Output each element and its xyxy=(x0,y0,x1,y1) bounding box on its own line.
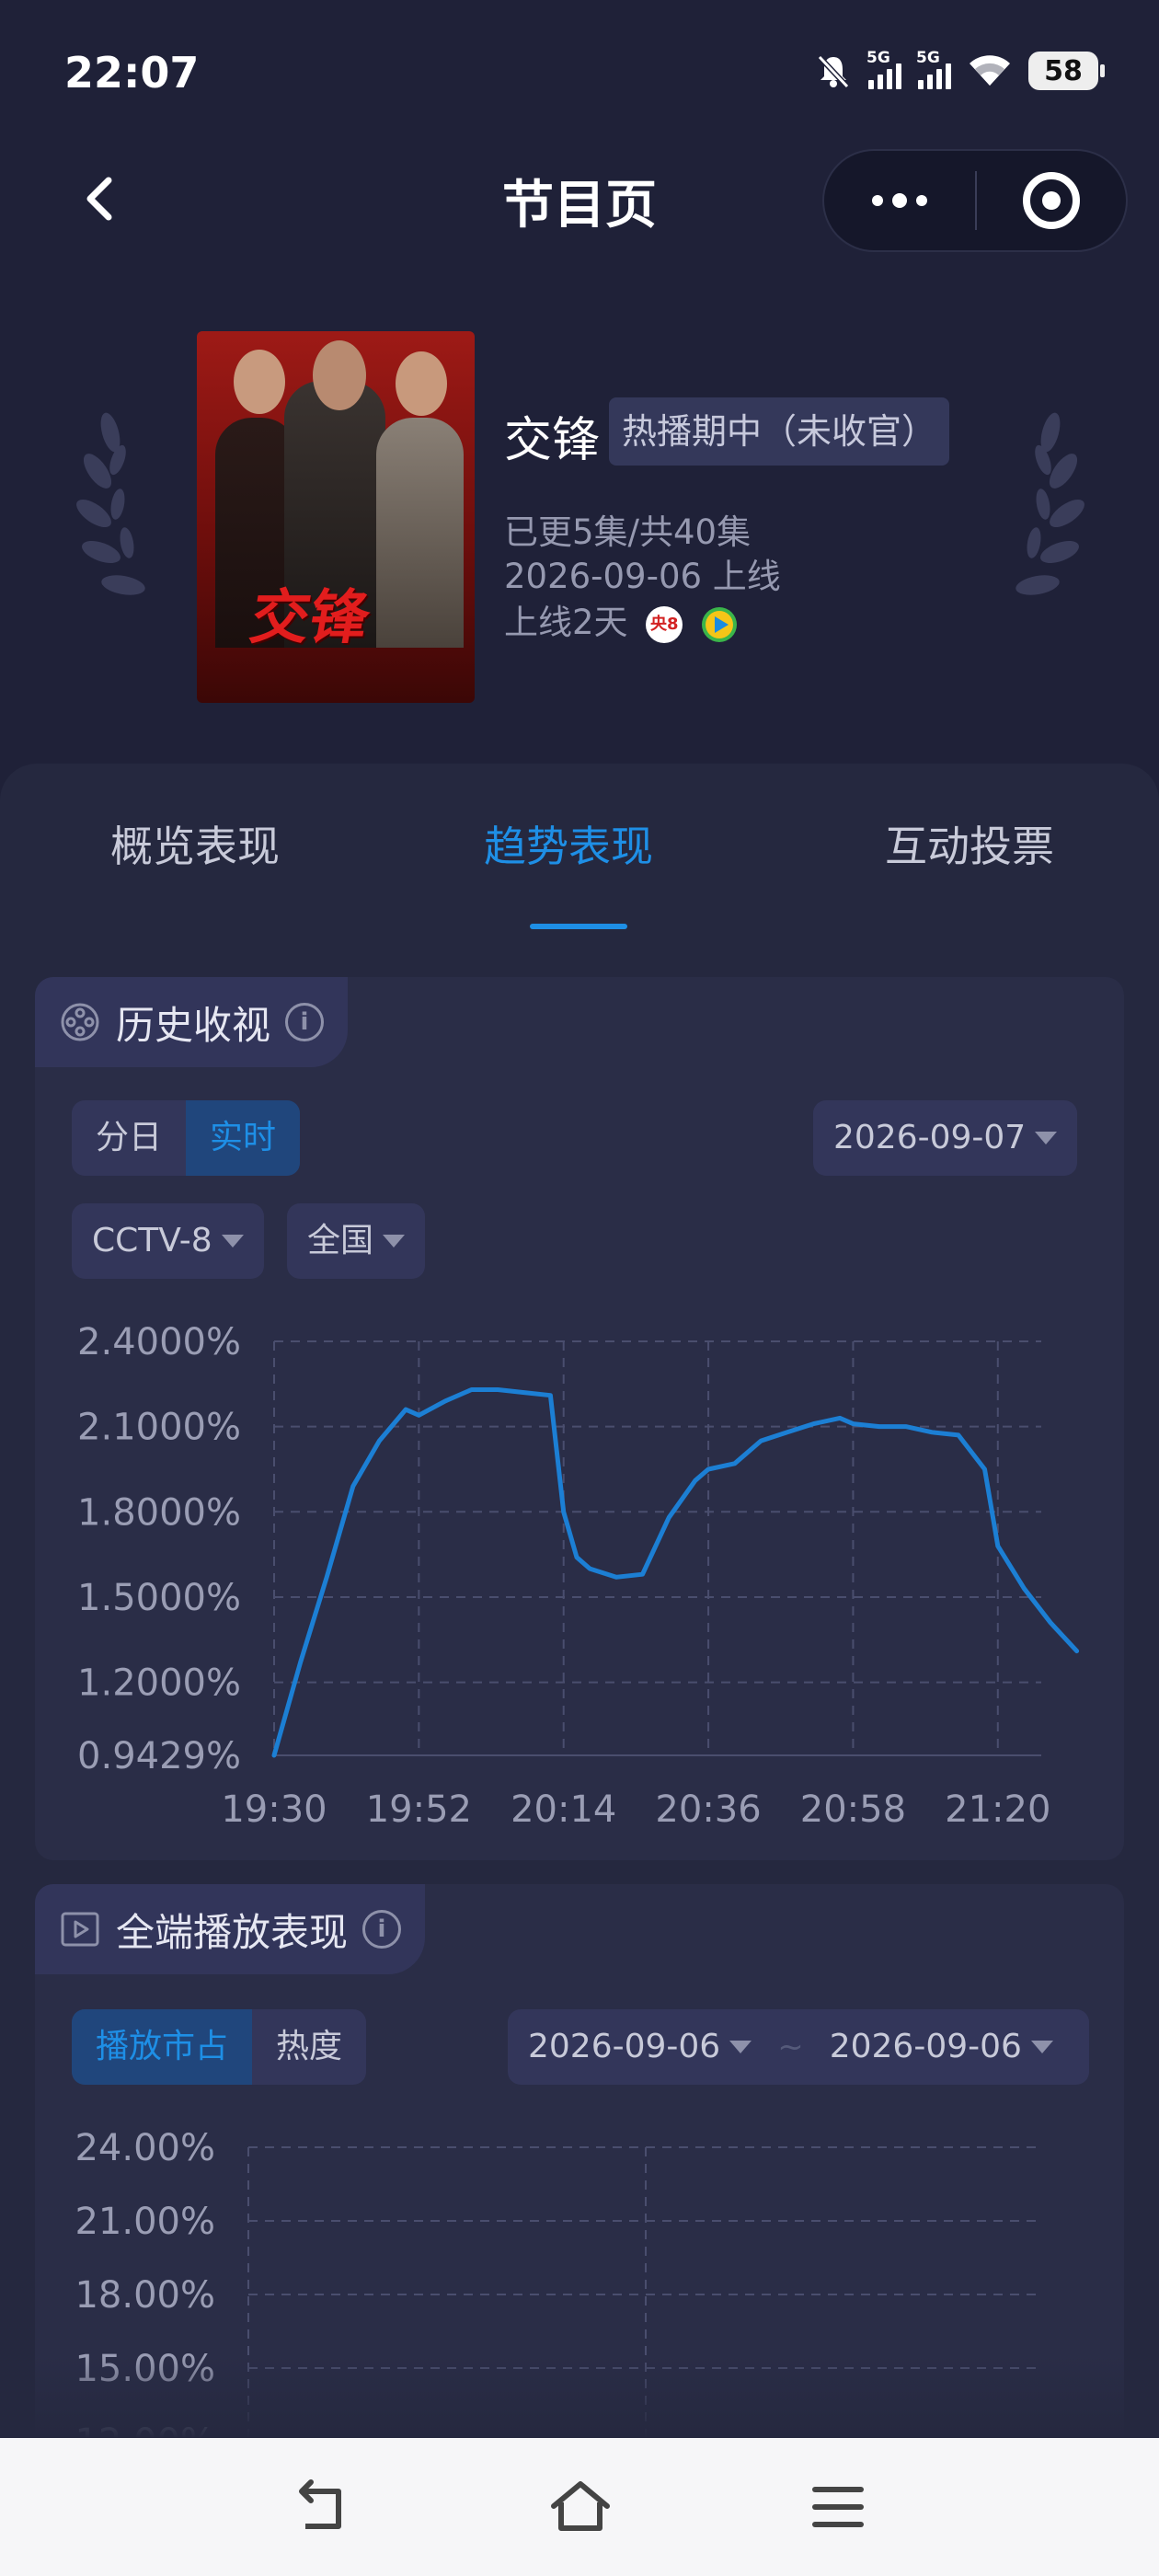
chevron-down-icon xyxy=(383,1235,406,1248)
system-nav-bar xyxy=(0,2438,1159,2576)
date-range-select[interactable]: 2026-09-06 ~ 2026-09-06 xyxy=(508,2009,1089,2085)
target-icon[interactable] xyxy=(977,151,1126,250)
history-date-value: 2026-09-07 xyxy=(833,1119,1027,1156)
episode-count: 已更5集/共40集 xyxy=(504,512,752,552)
poster-title: 交锋 xyxy=(245,584,375,652)
wifi-icon xyxy=(970,55,1010,86)
tab-overview[interactable]: 概览表现 xyxy=(110,813,280,874)
region-select[interactable]: 全国 xyxy=(287,1203,426,1279)
laurel-right-icon xyxy=(1016,412,1084,595)
tab-vote[interactable]: 互动投票 xyxy=(885,813,1054,874)
return-icon[interactable] xyxy=(291,2475,355,2539)
range-separator: ~ xyxy=(777,2029,804,2065)
tab-trend[interactable]: 趋势表现 xyxy=(484,813,653,874)
region-value: 全国 xyxy=(307,1222,374,1259)
signal-icon: 5G xyxy=(866,49,901,89)
menu-icon[interactable] xyxy=(806,2475,870,2539)
battery-icon: 58 xyxy=(1028,52,1105,90)
home-icon[interactable] xyxy=(548,2475,613,2539)
tab-indicator xyxy=(530,924,627,929)
navigation-bar: 节目页 xyxy=(0,147,1159,258)
show-title: 交锋 xyxy=(504,413,601,468)
playback-panel-title: 全端播放表现 xyxy=(116,1909,349,1955)
segment-heat[interactable]: 热度 xyxy=(252,2009,366,2085)
show-poster[interactable]: 交锋 xyxy=(197,331,475,703)
play-platform-icon xyxy=(702,606,738,642)
history-date-select[interactable]: 2026-09-07 xyxy=(813,1100,1078,1176)
status-icons: 5G 5G 58 xyxy=(815,49,1105,90)
segment-realtime[interactable]: 实时 xyxy=(186,1100,301,1176)
info-icon[interactable]: i xyxy=(362,1910,402,1949)
chevron-down-icon xyxy=(1035,1132,1058,1144)
scroll-fade xyxy=(0,2355,1159,2438)
online-days-row: 上线2天 央8 xyxy=(504,594,738,644)
info-icon[interactable]: i xyxy=(285,1003,325,1041)
channel-value: CCTV-8 xyxy=(92,1222,212,1259)
signal-icon-2: 5G xyxy=(916,49,951,89)
signal-label: 5G xyxy=(866,49,890,67)
chevron-down-icon xyxy=(1030,2041,1053,2053)
video-play-icon xyxy=(61,1912,99,1947)
chevron-down-icon xyxy=(729,2041,752,2053)
laurel-left-icon xyxy=(76,412,145,595)
status-badge: 热播期中（未收官） xyxy=(609,397,950,466)
mini-program-capsule xyxy=(822,149,1128,252)
playback-mode-toggle: 播放市占 热度 xyxy=(72,2009,367,2085)
more-dots-icon[interactable] xyxy=(824,151,975,250)
playback-panel-header: 全端播放表现 i xyxy=(35,1884,426,1974)
bell-mute-icon xyxy=(817,54,850,89)
history-mode-toggle: 分日 实时 xyxy=(72,1100,301,1176)
date-to: 2026-09-06 xyxy=(829,2028,1022,2065)
cctv8-badge-icon: 央8 xyxy=(646,605,683,643)
channel-select[interactable]: CCTV-8 xyxy=(72,1203,264,1279)
date-from: 2026-09-06 xyxy=(528,2028,721,2065)
chevron-down-icon xyxy=(221,1235,244,1248)
history-panel-header: 历史收视 i xyxy=(35,977,349,1067)
signal-label-2: 5G xyxy=(916,49,940,67)
history-panel-title: 历史收视 xyxy=(116,1002,271,1048)
film-reel-icon xyxy=(61,1003,99,1041)
segment-daily[interactable]: 分日 xyxy=(72,1100,186,1176)
program-page: 22:07 5G 5G 58 节目页 交锋 交锋 热播期中（未收官） 已更5集/… xyxy=(0,0,1159,2576)
online-days: 上线2天 xyxy=(504,603,628,642)
status-bar: 22:07 5G 5G 58 xyxy=(0,0,1159,147)
status-time: 22:07 xyxy=(64,48,200,98)
segment-market-share[interactable]: 播放市占 xyxy=(72,2009,253,2085)
release-date: 2026-09-06 上线 xyxy=(504,557,781,596)
